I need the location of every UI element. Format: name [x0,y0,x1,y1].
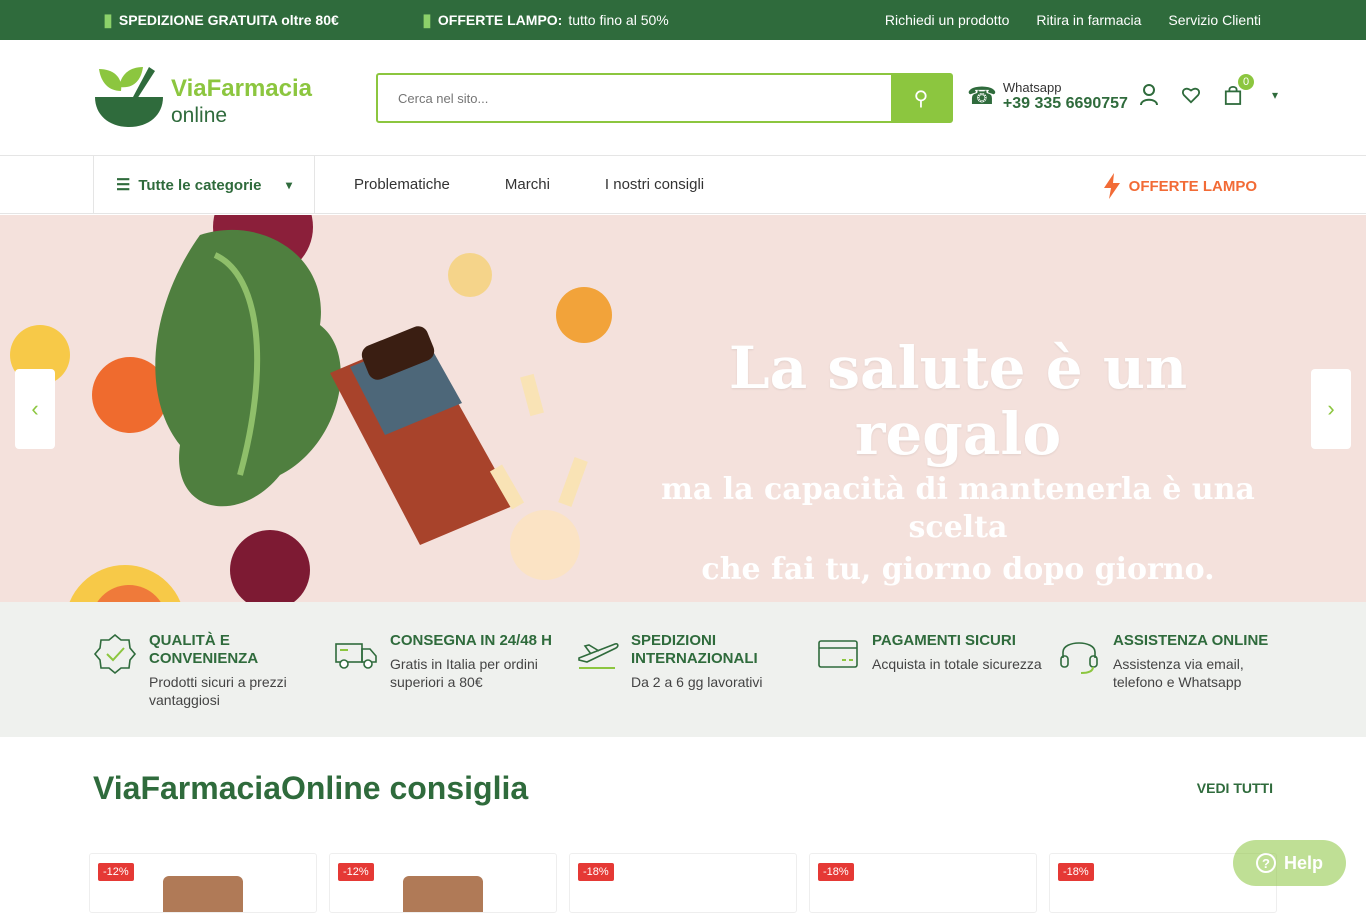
offerte-lampo-label: OFFERTE LAMPO [1128,177,1257,195]
view-all-link[interactable]: VEDI TUTTI [1197,780,1273,796]
plane-icon [578,643,619,669]
mortar-leaf-icon [95,67,163,127]
feature-desc: Da 2 a 6 gg lavorativi [631,674,763,690]
product-image [163,876,243,912]
product-card[interactable]: -12% [329,853,557,913]
cart-button[interactable]: 0 [1224,74,1254,108]
features-strip: QUALITÀ E CONVENIENZA Prodotti sicuri a … [0,602,1366,737]
feature-title: ASSISTENZA ONLINE [1113,632,1269,649]
feature-title: PAGAMENTI SICURI [872,632,1016,649]
hero-subtitle-1: ma la capacità di mantenerla è una scelt… [661,472,1255,545]
promo-offerte-label: OFFERTE LAMPO: [437,12,563,28]
hero-next-button[interactable]: › [1311,369,1351,449]
question-circle-icon: ? [1255,853,1276,873]
menu-icon: ☰ [116,177,131,194]
bolt-icon [1103,173,1120,199]
svg-text:?: ? [1262,856,1270,871]
chevron-down-icon: ▾ [285,178,292,192]
top-bar: ▮ SPEDIZIONE GRATUITA oltre 80€ ▮ OFFERT… [0,0,1366,40]
nav-item-marchi[interactable]: Marchi [505,176,550,193]
cart-count-badge: 0 [1238,74,1254,90]
hero-subtitle-2: che fai tu, giorno dopo giorno. [701,552,1215,587]
help-button[interactable]: ? Help [1233,840,1346,886]
cart-dropdown-toggle[interactable]: ▾ [1266,82,1284,108]
search-button[interactable]: ⚲ [891,75,951,121]
feature-payments: PAGAMENTI SICURI Acquista in totale sicu… [816,632,1046,676]
logo-wordmark-sub: online [171,104,228,127]
product-card[interactable]: -12% [89,853,317,913]
feature-quality: QUALITÀ E CONVENIENZA Prodotti sicuri a … [93,632,323,709]
nav-item-problematiche[interactable]: Problematiche [354,176,450,193]
truck-icon [335,643,377,669]
logo[interactable]: ViaFarmacia online [93,65,313,131]
discount-badge: -12% [98,863,134,881]
header: ViaFarmacia online ⚲ ☎ Whatsapp +39 335 … [0,40,1366,156]
discount-badge: -18% [578,863,614,881]
hero-banner: La salute è un regalo ma la capacità di … [0,215,1366,602]
feature-international: SPEDIZIONI INTERNAZIONALI Da 2 a 6 gg la… [575,632,805,691]
heart-icon [1182,87,1200,104]
feature-desc: Assistenza via email, telefono e Whatsap… [1113,656,1244,690]
credit-card-icon [818,640,858,668]
feature-desc: Prodotti sicuri a prezzi vantaggiosi [149,674,287,708]
wishlist-button[interactable] [1182,82,1200,108]
promo-free-shipping: ▮ SPEDIZIONE GRATUITA oltre 80€ [103,10,339,30]
top-links: Richiedi un prodotto Ritira in farmacia … [885,12,1261,28]
promo-offerte-text: tutto fino al 50% [568,12,669,28]
link-servizio-clienti[interactable]: Servizio Clienti [1168,12,1261,28]
chevron-right-icon: › [1327,396,1335,421]
account-button[interactable] [1140,82,1158,108]
feature-delivery: CONSEGNA IN 24/48 H Gratis in Italia per… [334,632,564,691]
discount-badge: -12% [338,863,374,881]
whatsapp-label: Whatsapp [1002,80,1062,95]
search-input[interactable] [378,75,893,121]
logo-wordmark: ViaFarmacia [171,75,312,102]
whatsapp-contact[interactable]: ☎ Whatsapp +39 335 6690757 [967,80,1128,113]
search-bar: ⚲ [376,73,953,123]
hero-prev-button[interactable]: ‹ [15,369,55,449]
feature-title: QUALITÀ E CONVENIENZA [149,632,259,667]
whatsapp-icon: ☎ [967,83,997,110]
product-card[interactable]: -18% [569,853,797,913]
section-title: ViaFarmaciaOnline consiglia [93,770,529,806]
hero-product-image [10,215,612,602]
feature-title: CONSEGNA IN 24/48 H [390,632,552,649]
chevron-left-icon: ‹ [31,396,39,421]
header-icons: 0 ▾ [1140,74,1284,108]
product-carousel: -12% -12% -18% -18% -18% [89,853,1289,913]
discount-badge: -18% [818,863,854,881]
feature-title: SPEDIZIONI INTERNAZIONALI [631,632,758,667]
feature-desc: Acquista in totale sicurezza [872,656,1042,672]
promo-offerte: ▮ OFFERTE LAMPO: tutto fino al 50% [422,10,669,30]
hero-headline: La salute è un regalo ma la capacità di … [640,335,1276,589]
chevron-down-icon: ▾ [1271,88,1279,102]
hero-title: La salute è un regalo [728,334,1188,468]
recommended-section: ViaFarmaciaOnline consiglia VEDI TUTTI [93,770,1273,807]
search-icon: ⚲ [913,87,929,110]
nav-item-consigli[interactable]: I nostri consigli [605,176,704,193]
main-navigation: ☰ Tutte le categorie ▾ Problematiche Mar… [0,156,1366,214]
nav-menu: Problematiche Marchi I nostri consigli [354,176,704,193]
headset-icon [1060,642,1098,674]
feature-desc: Gratis in Italia per ordini superiori a … [390,656,538,690]
help-label: Help [1283,852,1323,873]
categories-dropdown[interactable]: ☰ Tutte le categorie ▾ [93,156,315,214]
whatsapp-number: +39 335 6690757 [1002,95,1128,112]
bolt-icon: ▮ [422,10,432,30]
link-ritira-farmacia[interactable]: Ritira in farmacia [1036,12,1141,28]
categories-label: Tutte le categorie [138,176,262,194]
nav-offerte-lampo[interactable]: OFFERTE LAMPO [1103,173,1257,199]
link-richiedi-prodotto[interactable]: Richiedi un prodotto [885,12,1010,28]
feature-assistance: ASSISTENZA ONLINE Assistenza via email, … [1057,632,1287,691]
product-card[interactable]: -18% [809,853,1037,913]
truck-icon: ▮ [103,10,113,30]
product-image [403,876,483,912]
user-icon [1140,84,1158,106]
promo-free-shipping-text: SPEDIZIONE GRATUITA oltre 80€ [118,12,339,28]
discount-badge: -18% [1058,863,1094,881]
badge-check-icon [93,633,137,675]
